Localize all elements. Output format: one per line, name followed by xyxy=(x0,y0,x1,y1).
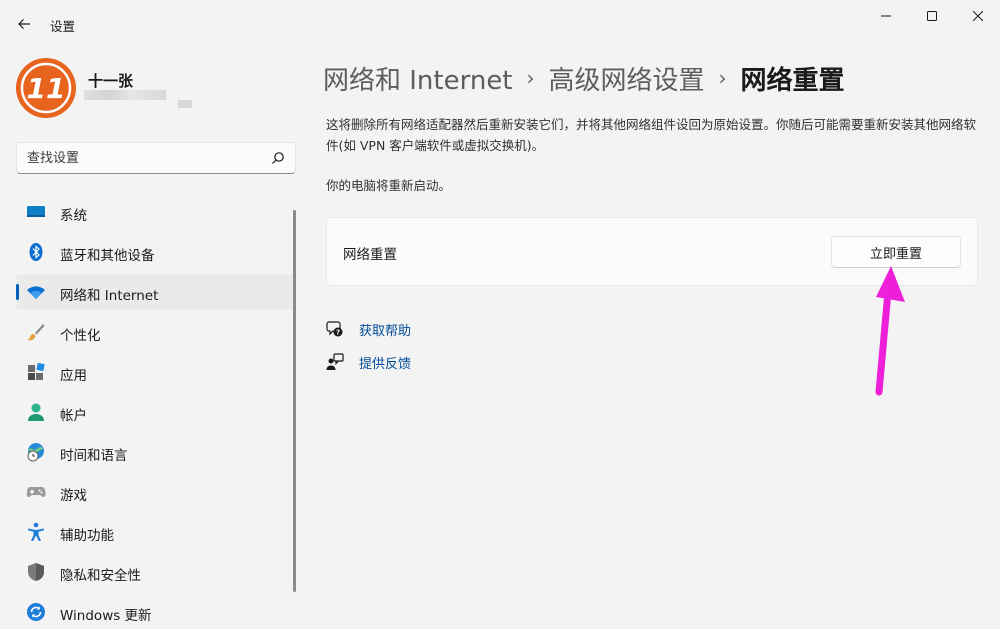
sidebar-item-windows-update[interactable]: Windows 更新 xyxy=(16,594,296,629)
sidebar-item-label: 游戏 xyxy=(60,488,87,504)
sidebar-item-label: 蓝牙和其他设备 xyxy=(60,248,155,264)
update-icon xyxy=(27,603,45,621)
sidebar-item-label: Windows 更新 xyxy=(60,608,152,624)
back-button[interactable] xyxy=(12,12,36,36)
avatar-logo-icon: 11 xyxy=(18,60,74,116)
minimize-button[interactable] xyxy=(863,0,909,32)
redacted-email xyxy=(84,90,166,100)
breadcrumb-advanced-network[interactable]: 高级网络设置 xyxy=(549,60,705,97)
sidebar-item-network[interactable]: 网络和 Internet xyxy=(16,274,296,310)
feedback-icon xyxy=(326,353,344,370)
chevron-right-icon: › xyxy=(526,66,535,90)
maximize-icon xyxy=(927,11,937,21)
gamepad-icon xyxy=(26,487,46,497)
app-title: 设置 xyxy=(50,19,76,34)
accessibility-icon xyxy=(28,522,44,541)
sidebar-item-accessibility[interactable]: 辅助功能 xyxy=(16,514,296,550)
sidebar-item-label: 网络和 Internet xyxy=(60,288,159,304)
search-input[interactable] xyxy=(27,143,267,173)
system-display-icon xyxy=(27,206,45,217)
avatar-text: 11 xyxy=(27,72,66,105)
sidebar-item-personalization[interactable]: 个性化 xyxy=(16,314,296,350)
sidebar-item-privacy[interactable]: 隐私和安全性 xyxy=(16,554,296,590)
sidebar-item-label: 时间和语言 xyxy=(60,448,128,464)
sidebar-item-label: 隐私和安全性 xyxy=(60,568,141,584)
user-profile[interactable]: 11 十一张 xyxy=(16,58,286,120)
sidebar-item-bluetooth[interactable]: 蓝牙和其他设备 xyxy=(16,234,296,270)
get-help-row[interactable]: ? 获取帮助 xyxy=(326,318,411,340)
network-reset-label: 网络重置 xyxy=(343,247,397,263)
close-button[interactable] xyxy=(955,0,1000,32)
give-feedback-link[interactable]: 提供反馈 xyxy=(359,353,411,372)
search-box[interactable] xyxy=(16,142,296,174)
sidebar-nav: 系统 蓝牙和其他设备 网络和 Internet 个性化 应用 帐户 时间和语言 … xyxy=(16,194,296,629)
avatar: 11 xyxy=(16,58,76,118)
search-icon[interactable] xyxy=(271,151,285,165)
brush-icon xyxy=(27,324,45,341)
title-bar: 设置 xyxy=(0,0,1000,48)
account-icon xyxy=(28,403,44,421)
sidebar-item-system[interactable]: 系统 xyxy=(16,194,296,230)
sidebar-item-time-language[interactable]: 时间和语言 xyxy=(16,434,296,470)
minimize-icon xyxy=(881,15,891,17)
restart-note: 你的电脑将重新启动。 xyxy=(326,178,452,193)
maximize-button[interactable] xyxy=(909,0,955,32)
breadcrumb-network[interactable]: 网络和 Internet xyxy=(323,60,513,97)
selection-indicator xyxy=(16,284,19,300)
back-arrow-icon xyxy=(18,19,30,29)
svg-text:?: ? xyxy=(336,329,340,337)
sidebar-item-apps[interactable]: 应用 xyxy=(16,354,296,390)
apps-icon xyxy=(28,362,45,380)
close-icon xyxy=(973,11,983,21)
sidebar-item-label: 帐户 xyxy=(60,408,87,424)
wifi-icon xyxy=(27,286,45,299)
sidebar-scrollbar[interactable] xyxy=(293,210,296,592)
give-feedback-row[interactable]: 提供反馈 xyxy=(326,351,411,373)
breadcrumb: 网络和 Internet › 高级网络设置 › 网络重置 xyxy=(323,58,845,98)
chevron-right-icon: › xyxy=(718,66,727,90)
page-title: 网络重置 xyxy=(740,65,845,96)
shield-icon xyxy=(28,563,44,581)
bluetooth-icon xyxy=(29,243,43,261)
globe-clock-icon xyxy=(27,443,44,462)
sidebar-item-accounts[interactable]: 帐户 xyxy=(16,394,296,430)
sidebar-item-label: 系统 xyxy=(60,208,87,224)
get-help-link[interactable]: 获取帮助 xyxy=(359,320,411,339)
sidebar-item-gaming[interactable]: 游戏 xyxy=(16,474,296,510)
redacted-detail xyxy=(178,100,192,108)
annotation-arrow-icon xyxy=(875,266,905,396)
help-chat-icon: ? xyxy=(326,321,343,337)
user-name: 十一张 xyxy=(88,72,134,90)
sidebar-item-label: 辅助功能 xyxy=(60,528,114,544)
reset-description: 这将删除所有网络适配器然后重新安装它们，并将其他网络组件设回为原始设置。你随后可… xyxy=(326,117,977,153)
sidebar-item-label: 应用 xyxy=(60,368,87,384)
sidebar-item-label: 个性化 xyxy=(60,328,101,344)
